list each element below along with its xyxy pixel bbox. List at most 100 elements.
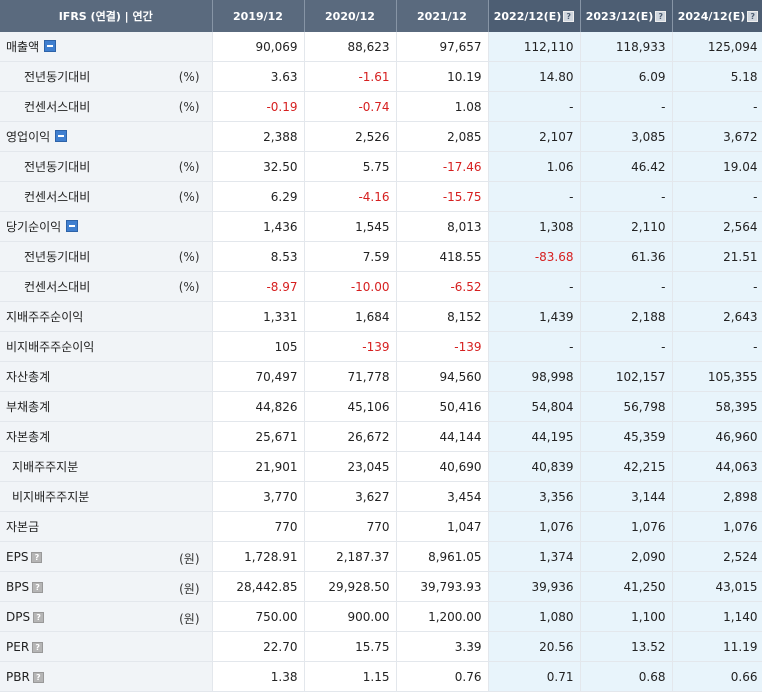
value-cell: 3,770 xyxy=(212,481,305,512)
collapse-minus-icon[interactable] xyxy=(66,220,79,232)
row-label-cell[interactable]: 매출액 xyxy=(0,32,213,62)
value-cell: 0.71 xyxy=(488,661,581,692)
row-unit: (%) xyxy=(178,250,200,264)
value-cell: 8.53 xyxy=(212,241,305,272)
value-cell: 102,157 xyxy=(580,361,673,392)
value-cell: 2,564 xyxy=(672,211,762,242)
value-cell: 105,355 xyxy=(672,361,762,392)
header-year: 2023/12(E)? xyxy=(580,0,673,32)
row-label: 매출액 xyxy=(6,40,40,54)
row-label: 컨센서스대비 xyxy=(24,280,91,294)
row-label: 비지배주주지분 xyxy=(12,490,90,504)
row-unit: (%) xyxy=(178,190,200,204)
estimate-help-icon[interactable]: ? xyxy=(655,10,667,22)
value-cell: 0.76 xyxy=(396,661,489,692)
value-cell: -83.68 xyxy=(488,241,581,272)
row-label: 컨센서스대비 xyxy=(24,190,91,204)
value-cell: 418.55 xyxy=(396,241,489,272)
value-cell: 1,308 xyxy=(488,211,581,242)
value-cell: 23,045 xyxy=(304,451,397,482)
value-cell: 98,998 xyxy=(488,361,581,392)
value-cell: 118,933 xyxy=(580,32,673,62)
estimate-help-icon[interactable]: ? xyxy=(747,10,759,22)
row-label: 자본금 xyxy=(6,520,40,534)
header-row: IFRS (연결) | 연간 2019/12 2020/12 2021/12 2022… xyxy=(0,0,762,32)
help-question-icon[interactable]: ? xyxy=(32,671,44,683)
value-cell: 90,069 xyxy=(212,32,305,62)
value-cell: 42,215 xyxy=(580,451,673,482)
value-cell: 21,901 xyxy=(212,451,305,482)
table-row: 컨센서스대비 (%) -0.19 -0.74 1.08- - - xyxy=(0,91,762,122)
value-cell: 1,439 xyxy=(488,301,581,332)
value-cell: 1,080 xyxy=(488,601,581,632)
collapse-minus-icon[interactable] xyxy=(44,40,57,52)
value-cell: 105 xyxy=(212,331,305,362)
header-year-label: 2023/12(E) xyxy=(585,9,654,23)
value-cell: 28,442.85 xyxy=(212,571,305,602)
value-cell: 770 xyxy=(212,511,305,542)
header-label: IFRS (연결) | 연간 xyxy=(0,0,213,32)
row-label-cell[interactable]: 영업이익 xyxy=(0,121,213,152)
table-row: 컨센서스대비 (%) -8.97 -10.00 -6.52- - - xyxy=(0,271,762,302)
value-cell: 8,961.05 xyxy=(396,541,489,572)
table-row: 비지배주주지분 3,770 3,627 3,454 3,356 3,144 2,898 xyxy=(0,481,762,512)
value-cell: 3,144 xyxy=(580,481,673,512)
value-cell: - xyxy=(580,91,673,122)
value-cell: - xyxy=(488,271,581,302)
help-question-icon[interactable]: ? xyxy=(32,581,44,593)
value-cell: 44,144 xyxy=(396,421,489,452)
value-cell: 1,728.91 xyxy=(212,541,305,572)
table-row: 자본총계 25,671 26,672 44,144 44,195 45,359 46,960 xyxy=(0,421,762,452)
value-cell: 25,671 xyxy=(212,421,305,452)
help-question-icon[interactable]: ? xyxy=(32,641,44,653)
value-cell: 770 xyxy=(304,511,397,542)
value-cell: -1.61 xyxy=(304,61,397,92)
value-cell: 2,187.37 xyxy=(304,541,397,572)
value-cell: 1,200.00 xyxy=(396,601,489,632)
value-cell: 58,395 xyxy=(672,391,762,422)
value-cell: -6.52 xyxy=(396,271,489,302)
row-label-cell: 지배주주지분 xyxy=(0,451,213,482)
value-cell: 1,076 xyxy=(580,511,673,542)
collapse-minus-icon[interactable] xyxy=(55,130,68,142)
row-label-cell: PBR? xyxy=(0,661,213,692)
table-row: 자본금 770 770 1,047 1,076 1,076 1,076 xyxy=(0,511,762,542)
row-label-cell: PER? xyxy=(0,631,213,662)
value-cell: - xyxy=(672,91,762,122)
value-cell: 19.04 xyxy=(672,151,762,182)
row-label-cell: 부채총계 xyxy=(0,391,213,422)
value-cell: 2,643 xyxy=(672,301,762,332)
row-label-cell: 컨센서스대비 (%) xyxy=(0,91,213,122)
value-cell: 1.06 xyxy=(488,151,581,182)
value-cell: 45,106 xyxy=(304,391,397,422)
row-label: 부채총계 xyxy=(6,400,51,414)
row-label: 지배주주지분 xyxy=(12,460,79,474)
row-label-cell: EPS? (원) xyxy=(0,541,213,572)
row-label-cell[interactable]: 당기순이익 xyxy=(0,211,213,242)
table-row: PER? 22.70 15.75 3.39 20.56 13.52 11.19 xyxy=(0,631,762,662)
table-row: 전년동기대비 (%) 8.53 7.59 418.55 -83.68 61.36 21.51 xyxy=(0,241,762,272)
value-cell: 10.19 xyxy=(396,61,489,92)
row-label: 자본총계 xyxy=(6,430,51,444)
value-cell: 21.51 xyxy=(672,241,762,272)
row-unit: (원) xyxy=(179,582,200,596)
help-question-icon[interactable]: ? xyxy=(33,611,45,623)
help-question-icon[interactable]: ? xyxy=(31,551,43,563)
value-cell: - xyxy=(488,91,581,122)
value-cell: - xyxy=(488,181,581,212)
table-row: 지배주주순이익 1,331 1,684 8,152 1,439 2,188 2,643 xyxy=(0,301,762,332)
value-cell: - xyxy=(580,331,673,362)
row-unit: (%) xyxy=(178,280,200,294)
value-cell: 94,560 xyxy=(396,361,489,392)
header-year: 2024/12(E)? xyxy=(672,0,762,32)
table-row: 지배주주지분 21,901 23,045 40,690 40,839 42,215 44,0… xyxy=(0,451,762,482)
row-label-cell: 전년동기대비 (%) xyxy=(0,61,213,92)
value-cell: -139 xyxy=(396,331,489,362)
value-cell: 14.80 xyxy=(488,61,581,92)
estimate-help-icon[interactable]: ? xyxy=(563,10,575,22)
value-cell: - xyxy=(488,331,581,362)
value-cell: - xyxy=(672,271,762,302)
value-cell: 0.68 xyxy=(580,661,673,692)
row-label-cell: BPS? (원) xyxy=(0,571,213,602)
value-cell: 2,107 xyxy=(488,121,581,152)
